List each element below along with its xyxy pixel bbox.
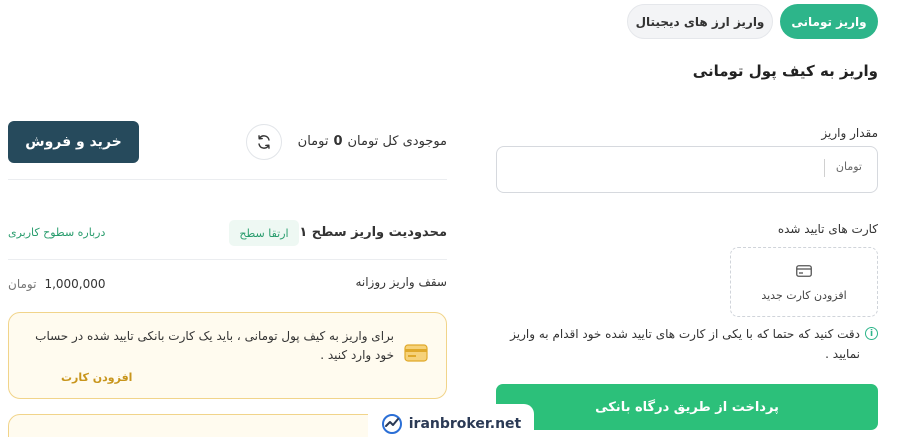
user-levels-link[interactable]: درباره سطوح کاربری [8,226,105,239]
add-card-warning: برای واریز به کیف پول تومانی ، باید یک ک… [8,312,447,399]
credit-card-icon [796,262,812,281]
daily-limit-value: 1,000,000 تومان [8,277,106,291]
add-card-label: افزودن کارت جدید [761,289,847,302]
balance-label: موجودی کل تومان [347,134,448,149]
notice-text: دقت کنید که حتما که با یکی از کارت های ت… [510,327,860,361]
watermark: iranbroker.net [368,404,534,437]
info-icon: i [865,327,878,340]
notice: i دقت کنید که حتما که با یکی از کارت های… [498,324,878,364]
watermark-text: iranbroker.net [408,416,522,432]
divider [8,259,447,260]
daily-limit-amount: 1,000,000 [44,277,106,291]
total-balance: موجودی کل تومان 0 تومان [298,134,447,149]
daily-limit-unit: تومان [8,277,37,291]
warning-text: برای واریز به کیف پول تومانی ، باید یک ک… [35,329,394,362]
deposit-limit-title: محدودیت واریز سطح ۱ [299,225,447,240]
amount-input[interactable]: تومان [496,146,878,193]
refresh-button[interactable] [246,124,282,160]
divider [8,179,447,180]
balance-unit: تومان [297,134,329,149]
amount-unit: تومان [835,160,862,173]
buy-sell-button[interactable]: خرید و فروش [8,121,139,163]
add-card-button[interactable]: افزودن کارت جدید [730,247,878,317]
bank-gateway-pay-button[interactable]: پرداخت از طریق درگاه بانکی [496,384,878,430]
upgrade-level-button[interactable]: ارتقا سطح [229,220,299,246]
card-icon [404,344,428,366]
iranbroker-logo-icon [381,414,402,434]
verified-cards-label: کارت های تایید شده [777,222,878,236]
daily-limit-label: سقف واریز روزانه [355,275,447,289]
balance-value: 0 [333,134,343,149]
add-card-link[interactable]: افزودن کارت [61,371,132,384]
amount-separator [824,159,825,177]
refresh-icon [258,135,270,149]
tab-crypto-deposit[interactable]: واریز ارز های دیجیتال [627,4,773,39]
amount-label: مقدار واریز [821,126,878,140]
tab-toman-deposit[interactable]: واریز تومانی [780,4,878,39]
page-title: واریز به کیف پول تومانی [692,62,878,80]
